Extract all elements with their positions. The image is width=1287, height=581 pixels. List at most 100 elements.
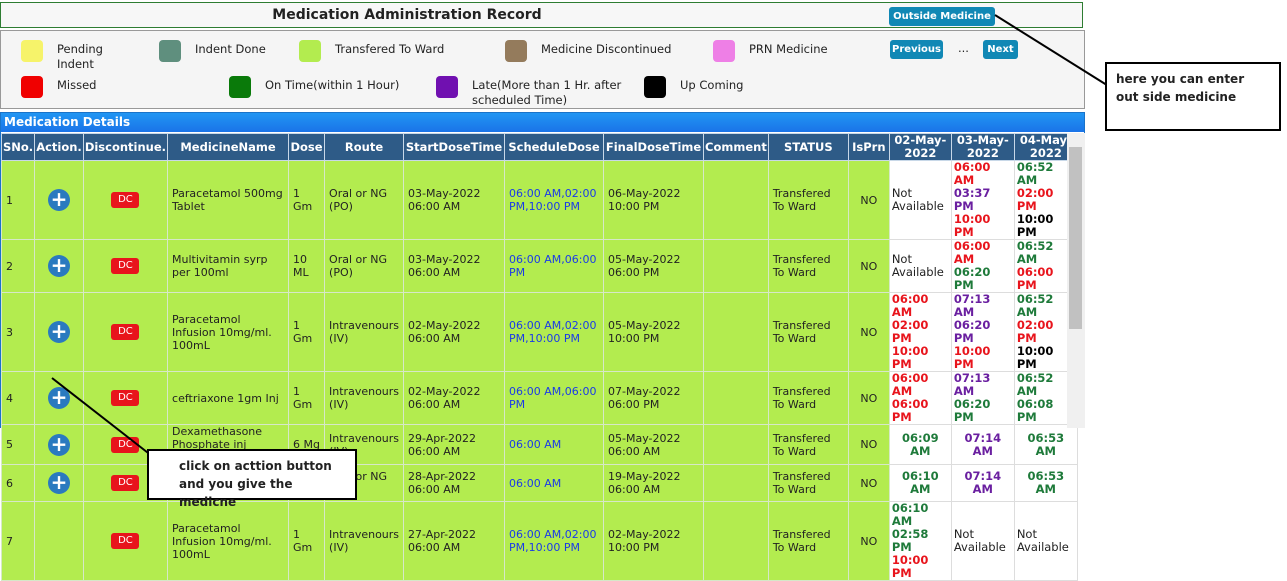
add-dose-button[interactable]: + [48,189,70,211]
legend: Previous ... Next Pending Indent Indent D… [0,30,1085,109]
column-header: ScheduleDose [504,133,605,161]
action-cell: + [34,371,84,425]
dose-time-late[interactable]: 07:14 AM [954,431,1012,458]
table-row: 7 DC Paracetamol Infusion 10mg/ml. 100mL 1 … [0,501,1078,581]
add-dose-button[interactable]: + [48,321,70,343]
final-dose-time-cell: 05-May-2022 06:00 PM [603,239,705,293]
dose-time-late[interactable]: 03:37 PM [954,187,1012,213]
add-dose-button[interactable]: + [48,472,70,494]
dose-time-ontime[interactable]: 06:20 PM [954,398,1012,424]
action-cell: + [34,239,84,293]
dose-time-missed[interactable]: 06:00 AM [954,240,1012,266]
discontinue-button[interactable]: DC [111,324,140,340]
dose-time-ontime[interactable]: 06:20 PM [954,266,1012,292]
schedule-dose-cell: 06:00 AM,02:00 PM,10:00 PM [504,292,605,372]
final-dose-time-cell: 07-May-2022 06:00 PM [603,371,705,425]
dose-time-missed[interactable]: 02:00 PM [892,319,949,345]
dose-time-late[interactable]: 07:13 AM [954,293,1012,319]
sno-cell: 6 [0,464,36,502]
discontinue-cell: DC [82,292,169,372]
next-button[interactable]: Next [983,40,1018,59]
dose-day-cell: 06:10 AM [888,464,952,502]
panel-title: Medication Details [1,113,1084,132]
column-header: SNo. [0,133,36,161]
outside-medicine-button[interactable]: Outside Medicine [889,7,995,26]
scrollbar-thumb[interactable] [1069,147,1082,329]
dose-time-missed[interactable]: 06:00 AM [892,293,949,319]
dose-time-missed[interactable]: 06:00 AM [892,372,949,398]
dose-time-ontime[interactable]: 02:58 PM [892,528,949,554]
discontinue-button[interactable]: DC [111,436,140,453]
schedule-dose-cell: 06:00 AM,02:00 PM,10:00 PM [504,501,605,581]
dose-time-ontime[interactable]: 06:10 AM [892,502,949,528]
legend-label: On Time(within 1 Hour) [265,78,400,92]
dose-time-late[interactable]: 07:13 AM [954,372,1012,398]
dose-day-cell: Not Available [888,239,952,293]
medicine-name-cell: ceftriaxone 1gm Inj [167,371,290,425]
dose-time-ontime[interactable]: 06:09 AM [892,431,949,458]
add-dose-button[interactable]: + [48,433,70,456]
isprn-cell: NO [847,464,890,502]
legend-swatch [505,40,527,62]
final-dose-time-cell: 19-May-2022 06:00 AM [603,464,705,502]
start-dose-time-cell: 29-Apr-2022 06:00 AM [403,424,506,465]
dose-time-missed[interactable]: 06:00 AM [954,161,1012,187]
column-header: StartDoseTime [403,133,506,161]
discontinue-button[interactable]: DC [111,390,140,406]
discontinue-cell: DC [82,239,169,293]
discontinue-button[interactable]: DC [111,192,140,208]
legend-label: Up Coming [680,78,744,92]
final-dose-time-cell: 06-May-2022 10:00 PM [603,160,705,240]
add-dose-button[interactable]: + [48,387,70,409]
dose-day-cell: 06:53 AM [1013,464,1078,502]
sno-cell: 7 [0,501,36,581]
legend-item: Pending Indent [21,40,127,72]
schedule-dose-cell: 06:00 AM [504,424,605,465]
dose-time-ontime[interactable]: 06:53 AM [1017,431,1075,458]
column-header: MedicineName [167,133,290,161]
dose-time-ontime[interactable]: 06:53 AM [1017,470,1075,496]
dose-time-missed[interactable]: 10:00 PM [892,345,949,371]
route-cell: Oral or NG (PO) [324,239,405,293]
previous-button[interactable]: Previous [890,40,943,59]
action-cell: + [34,160,84,240]
schedule-dose-cell: 06:00 AM,06:00 PM [504,239,605,293]
discontinue-button[interactable]: DC [111,533,140,549]
status-cell: Transfered To Ward [767,160,849,240]
add-dose-button[interactable]: + [48,255,70,277]
dose-time-late[interactable]: 07:14 AM [954,470,1012,496]
dose-time-ontime[interactable]: 06:10 AM [892,470,949,496]
status-cell: Transfered To Ward [767,424,849,465]
dose-time-missed[interactable]: 10:00 PM [954,213,1012,239]
dose-day-cell: 06:10 AM 02:58 PM 10:00 PM [888,501,952,581]
discontinue-button[interactable]: DC [111,258,140,274]
dose-day-cell: 07:13 AM 06:20 PM [950,371,1015,425]
column-header: FinalDoseTime [603,133,705,161]
schedule-dose-cell: 06:00 AM,02:00 PM,10:00 PM [504,160,605,240]
isprn-cell: NO [847,160,890,240]
dose-time-missed[interactable]: 10:00 PM [892,554,949,580]
route-cell: Intravenours (IV) [324,501,405,581]
medication-table: SNo. Action. Discontinue. MedicineName Dose R… [0,133,1078,581]
column-header: Action. [34,133,84,161]
page-header: Medication Administration Record Outside… [0,2,1083,28]
dose-time-missed[interactable]: 10:00 PM [954,345,1012,371]
legend-label: Pending Indent [57,42,103,71]
table-row: 3 + DC Paracetamol Infusion 10mg/ml. 100mL 1… [0,292,1078,372]
dose-time-missed[interactable]: 06:00 PM [892,398,949,424]
route-cell: Intravenours (IV) [324,371,405,425]
dose-time-late[interactable]: 06:20 PM [954,319,1012,345]
dose-day-cell: 06:00 AM 03:37 PM 10:00 PM [950,160,1015,240]
dose-day-cell: Not Available [1013,501,1078,581]
scrollbar[interactable] [1067,133,1085,428]
legend-item: Indent Done [159,40,266,62]
annotation-action-button: click on acttion button and you give the… [147,449,357,509]
final-dose-time-cell: 05-May-2022 06:00 AM [603,424,705,465]
discontinue-button[interactable]: DC [111,475,140,491]
annotation-outside-medicine: here you can enter out side medicine [1105,62,1281,131]
isprn-cell: NO [847,239,890,293]
legend-swatch [21,76,43,98]
status-cell: Transfered To Ward [767,464,849,502]
comment-cell [703,464,769,502]
legend-swatch [644,76,666,98]
